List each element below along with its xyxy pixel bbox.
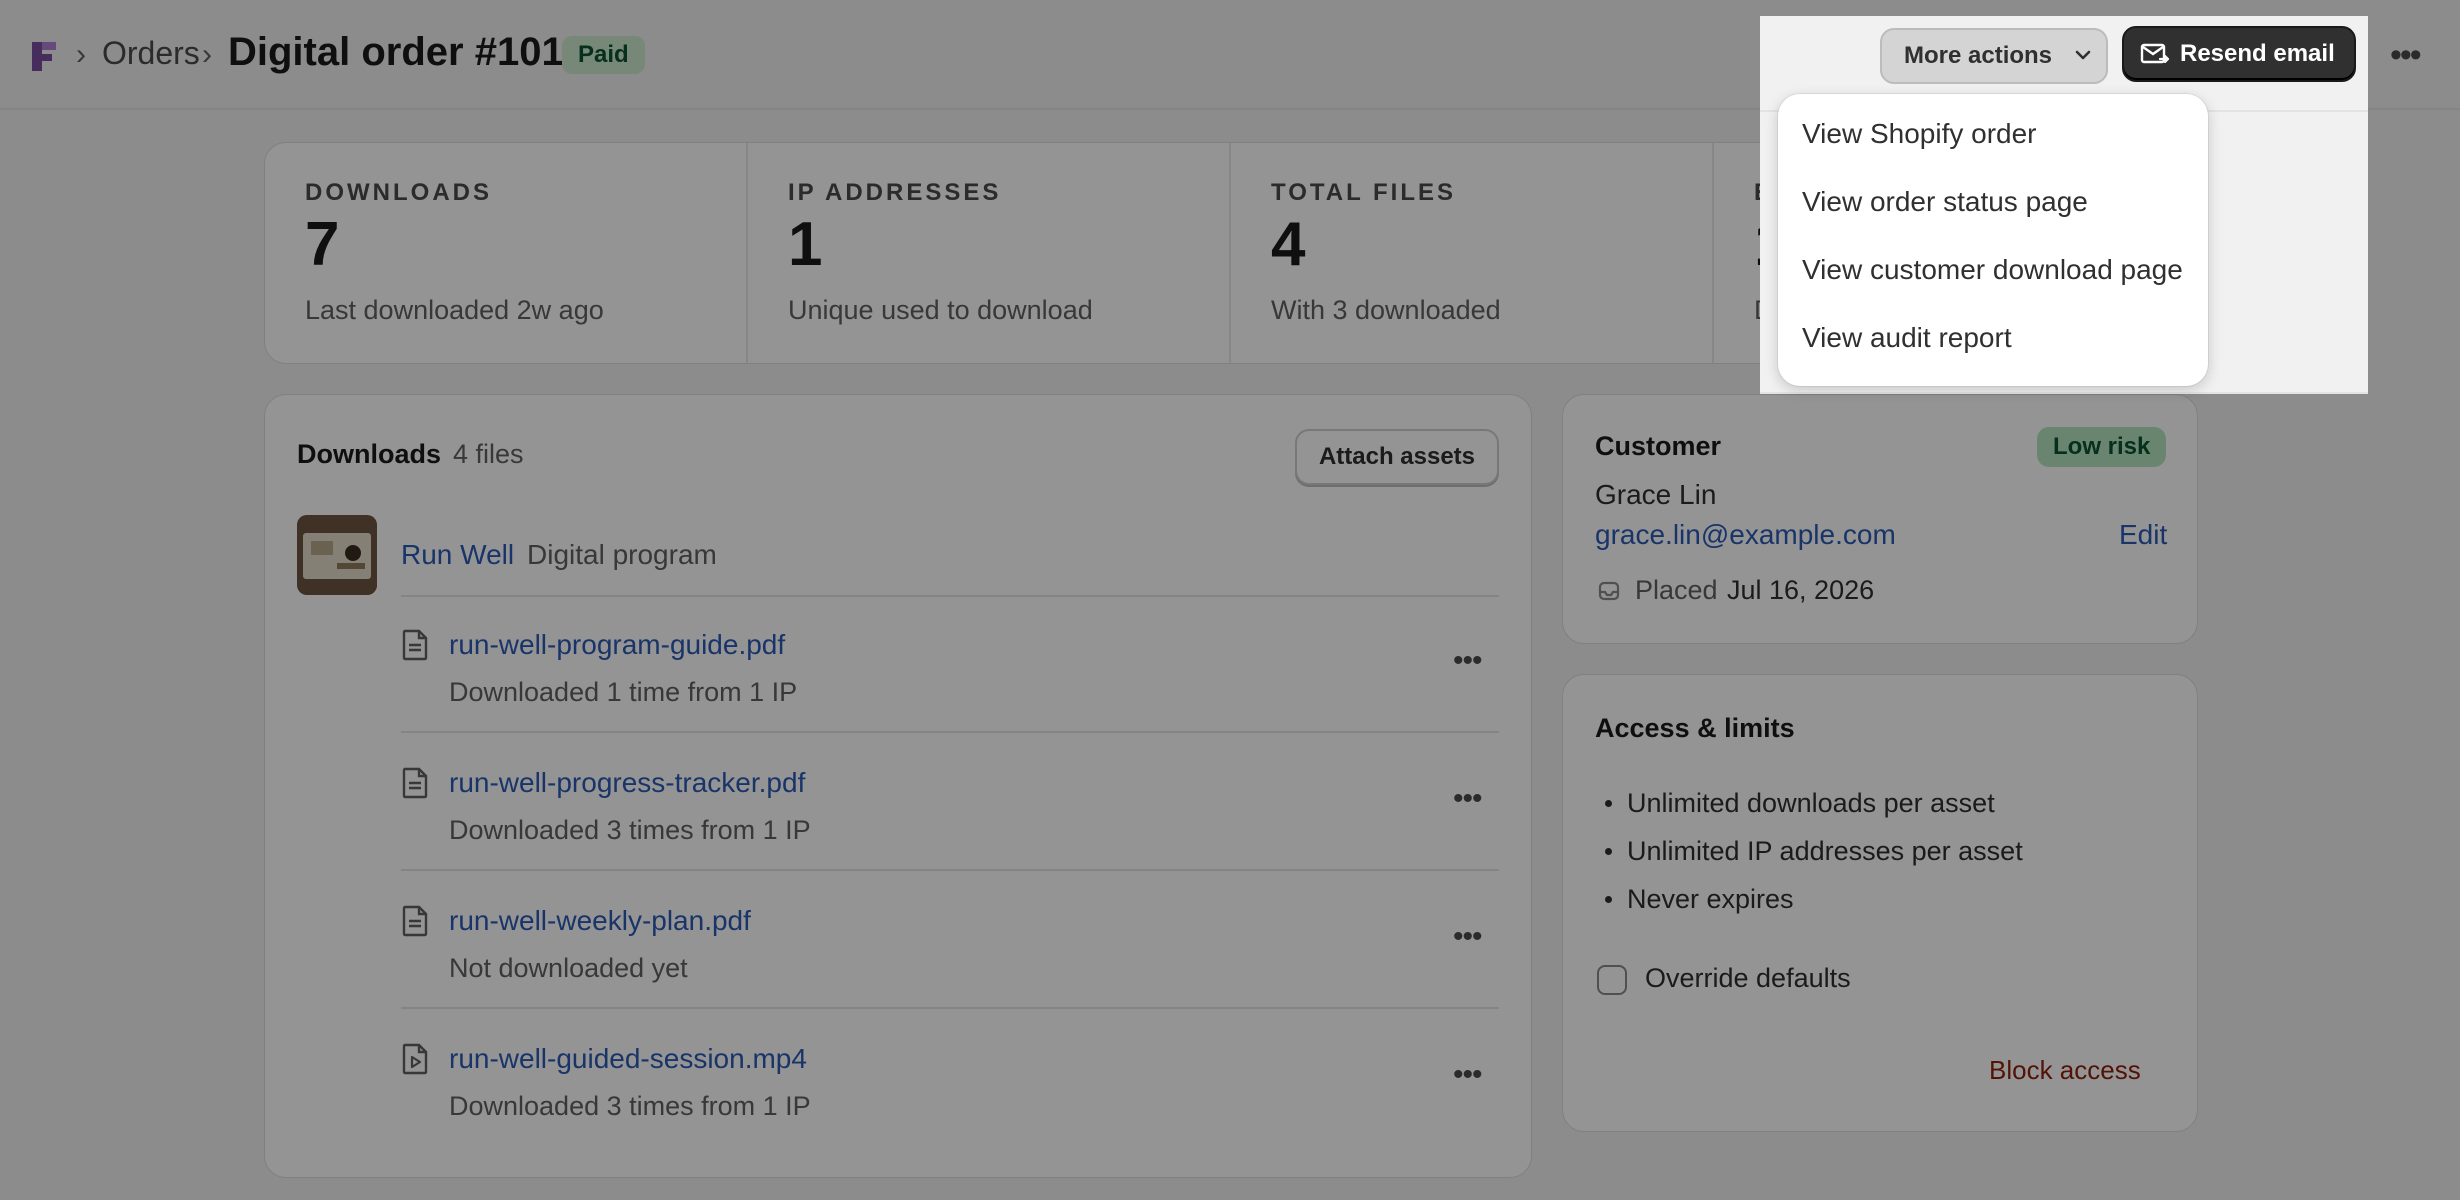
menu-item-view-order-status-page[interactable]: View order status page: [1778, 168, 2208, 236]
chevron-down-icon: [2075, 50, 2091, 60]
more-actions-label: More actions: [1904, 42, 2053, 69]
resend-email-button[interactable]: Resend email: [2122, 26, 2356, 82]
menu-item-view-shopify-order[interactable]: View Shopify order: [1778, 100, 2208, 168]
menu-item-view-audit-report[interactable]: View audit report: [1778, 304, 2208, 372]
more-actions-button[interactable]: More actions: [1880, 28, 2108, 84]
resend-mail-icon: [2140, 43, 2170, 64]
more-actions-dropdown: View Shopify order View order status pag…: [1778, 94, 2208, 386]
menu-item-view-customer-download-page[interactable]: View customer download page: [1778, 236, 2208, 304]
resend-email-label: Resend email: [2180, 40, 2335, 67]
actions-spotlight: More actions Resend email View Shopify o…: [1760, 16, 2368, 394]
